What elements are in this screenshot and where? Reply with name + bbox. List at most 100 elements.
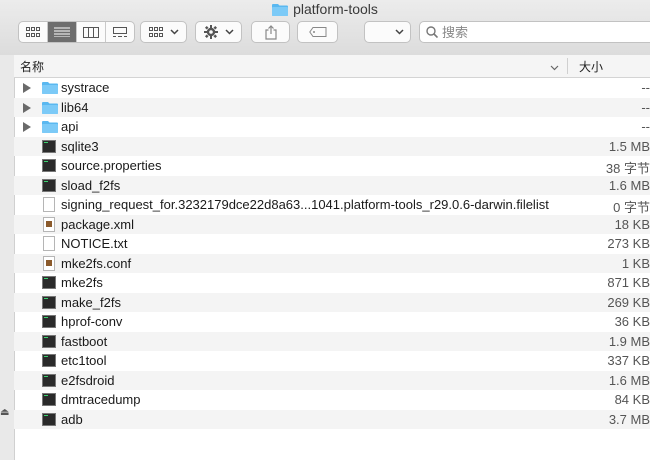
column-header-name[interactable]: 名称	[20, 58, 44, 75]
file-row[interactable]: sload_f2fs 1.6 MB	[14, 175, 650, 195]
file-size: 84 KB	[614, 392, 650, 407]
action-button[interactable]	[195, 21, 242, 43]
file-size: 0 字节	[613, 200, 650, 215]
group-grid-icon	[148, 27, 163, 37]
file-name: source.properties	[61, 158, 162, 173]
tag-icon	[308, 27, 326, 37]
file-row[interactable]: make_f2fs 269 KB	[14, 292, 650, 312]
file-row[interactable]: signing_request_for.3232179dce22d8a63...…	[14, 195, 650, 215]
list-view-button[interactable]	[48, 22, 77, 42]
file-row[interactable]: source.properties 38 字节	[14, 156, 650, 176]
text-document-icon	[43, 197, 55, 212]
file-row[interactable]: systrace --	[14, 78, 650, 98]
terminal-exec-icon	[42, 393, 56, 406]
text-document-icon	[43, 236, 55, 251]
chevron-down-icon	[224, 29, 234, 35]
file-row[interactable]: api --	[14, 117, 650, 137]
toolbar: platform-tools	[0, 0, 650, 56]
terminal-exec-icon	[42, 178, 56, 192]
window-title-text: platform-tools	[293, 1, 378, 17]
column-divider[interactable]	[567, 58, 568, 74]
terminal-exec-icon	[42, 295, 56, 309]
chevron-down-icon	[395, 29, 404, 35]
file-name: hprof-conv	[61, 314, 123, 329]
disclosure-triangle-icon[interactable]	[23, 122, 31, 132]
file-name: lib64	[61, 99, 89, 115]
gear-icon	[203, 25, 218, 39]
group-by-button[interactable]	[140, 21, 187, 43]
file-row[interactable]: lib64 --	[14, 97, 650, 117]
file-row[interactable]: etc1tool 337 KB	[14, 351, 650, 371]
sort-chevron-icon[interactable]	[550, 59, 559, 74]
column-view-button[interactable]	[77, 22, 106, 42]
eject-icon[interactable]: ⏏	[0, 407, 9, 418]
file-size: 269 KB	[607, 294, 650, 310]
file-name: fastboot	[61, 333, 108, 349]
file-size: --	[641, 119, 650, 134]
file-row[interactable]: dmtracedump 84 KB	[14, 390, 650, 410]
terminal-exec-icon	[42, 354, 56, 367]
terminal-exec-icon	[42, 373, 56, 387]
search-field[interactable]	[419, 21, 650, 43]
folder-icon	[272, 3, 289, 19]
sidebar-edge	[0, 55, 15, 460]
file-row[interactable]: fastboot 1.9 MB	[14, 331, 650, 351]
terminal-exec-icon	[42, 412, 56, 426]
grid-icon	[26, 27, 40, 37]
file-name: make_f2fs	[61, 294, 121, 310]
column-header: 名称 大小	[14, 55, 650, 78]
file-row[interactable]: package.xml 18 KB	[14, 214, 650, 234]
file-name: systrace	[61, 80, 110, 95]
folder-icon	[42, 120, 58, 133]
file-name: package.xml	[61, 216, 134, 232]
file-name: sqlite3	[61, 138, 99, 154]
file-name: e2fsdroid	[61, 372, 115, 388]
file-size: 3.7 MB	[608, 411, 650, 427]
columns-icon	[83, 26, 99, 38]
icon-view-button[interactable]	[19, 22, 48, 42]
file-row[interactable]: sqlite3 1.5 MB	[14, 136, 650, 156]
file-name: mke2fs	[61, 275, 103, 290]
folder-icon	[42, 81, 58, 94]
file-row[interactable]: mke2fs 871 KB	[14, 273, 650, 293]
file-size: 36 KB	[614, 314, 650, 329]
file-size: 1.5 MB	[608, 138, 650, 154]
file-row[interactable]: hprof-conv 36 KB	[14, 312, 650, 332]
chevron-down-icon	[169, 29, 179, 35]
search-input[interactable]	[438, 23, 644, 41]
file-row[interactable]: e2fsdroid 1.6 MB	[14, 370, 650, 390]
window-title: platform-tools	[0, 1, 650, 19]
gallery-view-button[interactable]	[106, 22, 134, 42]
file-name: api	[61, 119, 79, 134]
folder-icon	[42, 101, 58, 114]
file-name: signing_request_for.3232179dce22d8a63...…	[61, 197, 549, 212]
file-name: NOTICE.txt	[61, 236, 128, 251]
disclosure-triangle-icon[interactable]	[23, 83, 31, 93]
terminal-exec-icon	[42, 334, 56, 348]
share-icon	[264, 24, 277, 40]
file-row[interactable]: NOTICE.txt 273 KB	[14, 234, 650, 254]
file-size: 38 字节	[605, 161, 650, 176]
file-list: systrace -- lib64 -- api -- sqlite3 1.5 MB sourc…	[14, 78, 650, 429]
search-icon	[426, 26, 438, 38]
file-size: 337 KB	[607, 353, 650, 368]
file-row[interactable]: mke2fs.conf 1 KB	[14, 253, 650, 273]
disclosure-triangle-icon[interactable]	[23, 102, 31, 113]
share-button[interactable]	[251, 21, 290, 43]
path-dropdown-button[interactable]	[364, 21, 411, 43]
file-name: sload_f2fs	[61, 177, 121, 193]
file-name: adb	[61, 411, 83, 427]
file-size: 18 KB	[614, 216, 650, 232]
terminal-exec-icon	[42, 315, 56, 328]
file-size: 273 KB	[607, 236, 650, 251]
file-size: 871 KB	[607, 275, 650, 290]
file-row[interactable]: adb 3.7 MB	[14, 409, 650, 429]
file-size: --	[641, 80, 650, 95]
terminal-exec-icon	[42, 139, 56, 153]
file-size: 1.6 MB	[608, 177, 650, 193]
file-name: dmtracedump	[61, 392, 141, 407]
tag-button[interactable]	[297, 21, 338, 43]
list-icon	[54, 27, 70, 37]
column-header-size[interactable]: 大小	[579, 58, 603, 75]
document-preview-icon	[43, 216, 55, 232]
